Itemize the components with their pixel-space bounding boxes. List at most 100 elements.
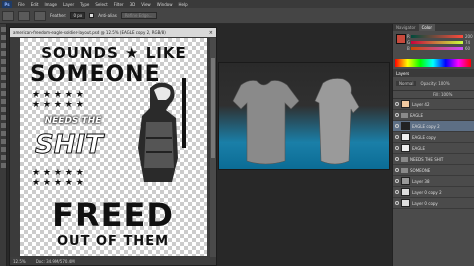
menu-help[interactable]: Help	[175, 2, 190, 7]
green-slider[interactable]	[411, 41, 463, 44]
layer-thumbnail	[401, 100, 410, 108]
menu-file[interactable]: File	[15, 2, 28, 7]
menu-image[interactable]: Image	[41, 2, 60, 7]
eye-icon[interactable]	[395, 135, 399, 139]
menu-3d[interactable]: 3D	[127, 2, 139, 7]
eye-icon[interactable]	[395, 113, 399, 117]
menu-edit[interactable]: Edit	[28, 2, 42, 7]
hand-tool-icon[interactable]	[1, 155, 6, 160]
foreground-swatch[interactable]	[396, 34, 406, 44]
antialias-label: Anti-alias	[98, 13, 117, 18]
slider-label-b: B	[407, 46, 410, 51]
layer-row[interactable]: Layer 0 copy 2	[393, 187, 474, 198]
eye-icon[interactable]	[395, 124, 399, 128]
eagle-soldier-illustration	[138, 78, 186, 182]
3d-viewport[interactable]	[218, 62, 390, 170]
layers-panel-header: Layers	[393, 69, 474, 77]
eye-icon[interactable]	[395, 190, 399, 194]
crop-tool-icon[interactable]	[1, 59, 6, 64]
layer-group-row[interactable]: NEEDS THE SHIT	[393, 154, 474, 165]
menu-view[interactable]: View	[138, 2, 154, 7]
layer-row[interactable]: Layer 42	[393, 99, 474, 110]
dodge-tool-icon[interactable]	[1, 115, 6, 120]
refine-edge-button[interactable]: Refine Edge...	[120, 12, 157, 19]
tab-navigator[interactable]: Navigator	[393, 25, 419, 30]
canvas[interactable]: SOUNDS ★ LIKE SOMEONE ★ ★ ★ ★ ★ ★ ★ ★ ★ ★…	[20, 38, 207, 256]
red-slider[interactable]	[411, 35, 463, 38]
color-panel: R 200 G 74 B 60	[393, 31, 474, 69]
menu-window[interactable]: Window	[154, 2, 176, 7]
layer-name: EAGLE copy 2	[412, 123, 440, 129]
menu-type[interactable]: Type	[77, 2, 92, 7]
clone-tool-icon[interactable]	[1, 91, 6, 96]
marquee-tool-preset[interactable]	[2, 10, 14, 21]
document-tab[interactable]: american-freedom-eagle-soldier-layout.ps…	[10, 28, 216, 37]
toolbox	[0, 24, 7, 266]
menu-select[interactable]: Select	[92, 2, 110, 7]
layer-thumbnail	[401, 199, 410, 207]
eye-icon[interactable]	[395, 201, 399, 205]
healing-tool-icon[interactable]	[1, 75, 6, 80]
eye-icon[interactable]	[395, 102, 399, 106]
layers-title[interactable]: Layers	[396, 71, 409, 76]
document-title: american-freedom-eagle-soldier-layout.ps…	[13, 30, 166, 35]
stars-decoration: ★ ★ ★ ★ ★ ★ ★ ★ ★ ★	[32, 90, 84, 110]
zoom-level[interactable]: 12.5%	[13, 259, 26, 264]
design-line-sounds: SOUNDS	[41, 44, 119, 62]
stars-decoration-lower: ★ ★ ★ ★ ★ ★ ★ ★ ★ ★	[32, 168, 84, 188]
shape-tool-icon[interactable]	[1, 147, 6, 152]
move-tool-icon[interactable]	[1, 27, 6, 32]
menu-layer[interactable]: Layer	[60, 2, 77, 7]
eye-icon[interactable]	[395, 146, 399, 150]
gradient-tool-icon[interactable]	[1, 107, 6, 112]
slider-value-r[interactable]: 200	[465, 34, 473, 39]
layer-row[interactable]: EAGLE	[393, 143, 474, 154]
document-scrollbar[interactable]	[210, 38, 216, 258]
close-icon[interactable]: ×	[209, 30, 213, 36]
layer-group-row[interactable]: SOMEONE	[393, 165, 474, 176]
selection-mode-add[interactable]	[34, 10, 46, 21]
type-tool-icon[interactable]	[1, 131, 6, 136]
layer-name: SOMEONE	[410, 167, 431, 173]
tab-color[interactable]: Color	[418, 24, 436, 31]
slider-value-b[interactable]: 60	[465, 46, 470, 51]
eye-icon[interactable]	[395, 168, 399, 172]
zoom-tool-icon[interactable]	[1, 163, 6, 168]
brush-tool-icon[interactable]	[1, 83, 6, 88]
layer-thumbnail	[401, 133, 410, 141]
antialias-checkbox[interactable]	[89, 13, 95, 18]
layer-row-selected[interactable]: EAGLE copy 2	[393, 121, 474, 132]
design-line-out-of-them: OUT OF THEM	[56, 234, 170, 249]
selection-mode-new[interactable]	[18, 10, 30, 21]
pen-tool-icon[interactable]	[1, 123, 6, 128]
layer-name: EAGLE copy	[412, 134, 436, 140]
document-status-bar: 12.5% Doc: 34.9M/570.4M	[10, 257, 216, 265]
layer-group-row[interactable]: EAGLE	[393, 110, 474, 121]
slider-label-r: R	[407, 34, 410, 39]
eyedropper-tool-icon[interactable]	[1, 67, 6, 72]
feather-input[interactable]: 0 px	[70, 12, 86, 19]
fill-field[interactable]: Fill: 100%	[433, 92, 452, 97]
layer-thumbnail	[401, 144, 410, 152]
layer-name: Layer 0 copy	[412, 200, 438, 206]
path-select-tool-icon[interactable]	[1, 139, 6, 144]
layer-row[interactable]: Layer 0 copy	[393, 198, 474, 209]
blend-mode-select[interactable]: Normal	[396, 81, 417, 86]
menu-filter[interactable]: Filter	[111, 2, 127, 7]
lasso-tool-icon[interactable]	[1, 43, 6, 48]
eraser-tool-icon[interactable]	[1, 99, 6, 104]
design-line-shit: SHIT	[35, 130, 104, 161]
blue-slider[interactable]	[411, 47, 463, 50]
layer-row[interactable]: Layer 38	[393, 176, 474, 187]
eye-icon[interactable]	[395, 157, 399, 161]
layer-row[interactable]: EAGLE copy	[393, 132, 474, 143]
quick-select-tool-icon[interactable]	[1, 51, 6, 56]
marquee-tool-icon[interactable]	[1, 35, 6, 40]
layer-name: EAGLE	[412, 145, 426, 151]
doc-size: Doc: 34.9M/570.4M	[35, 258, 75, 264]
slider-value-g[interactable]: 74	[465, 40, 470, 45]
opacity-field[interactable]: Opacity: 100%	[420, 81, 449, 86]
eye-icon[interactable]	[395, 179, 399, 183]
scrollbar-thumb[interactable]	[211, 58, 215, 158]
color-spectrum[interactable]	[395, 59, 471, 67]
